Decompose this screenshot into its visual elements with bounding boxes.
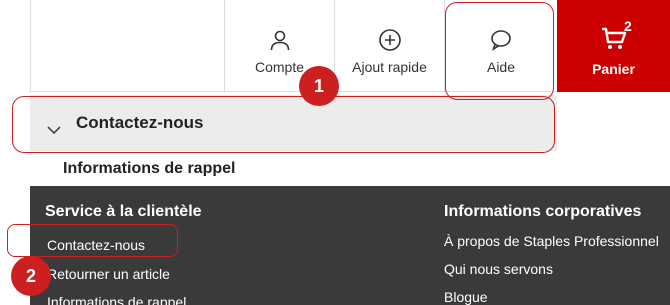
footer-heading-service: Service à la clientèle (45, 203, 202, 220)
annotation-highlight-accordion (12, 96, 555, 153)
annotation-step-2: 2 (11, 256, 51, 296)
nav-quick-add[interactable]: Ajout rapide (335, 0, 445, 92)
nav-quick-add-label: Ajout rapide (352, 59, 427, 75)
cart-button[interactable]: 2 Panier (557, 0, 670, 92)
accordion-subtitle: Informations de rappel (63, 160, 236, 176)
header-left-blank (30, 0, 225, 92)
header-screenshot: Compte Ajout rapide Aide 2 Panier Contac… (0, 0, 670, 176)
annotation-step-1: 1 (299, 66, 339, 106)
footer-heading-corporate: Informations corporatives (444, 203, 642, 220)
plus-circle-icon (378, 29, 401, 51)
footer-link-recall[interactable]: Informations de rappel (47, 294, 186, 305)
footer-link-who-we-serve[interactable]: Qui nous servons (444, 261, 553, 277)
footer-screenshot: Service à la clientèle Contactez-nous Re… (0, 186, 670, 305)
annotation-highlight-help (445, 2, 554, 100)
footer-link-about[interactable]: À propos de Staples Professionnel (444, 233, 659, 249)
footer-link-blog[interactable]: Blogue (444, 289, 488, 305)
cart-label: Panier (592, 61, 635, 77)
user-icon (270, 30, 289, 51)
annotation-highlight-footer-contact (7, 224, 178, 257)
cart-count-badge: 2 (624, 18, 632, 34)
footer-link-return[interactable]: Retourner un article (47, 266, 170, 282)
